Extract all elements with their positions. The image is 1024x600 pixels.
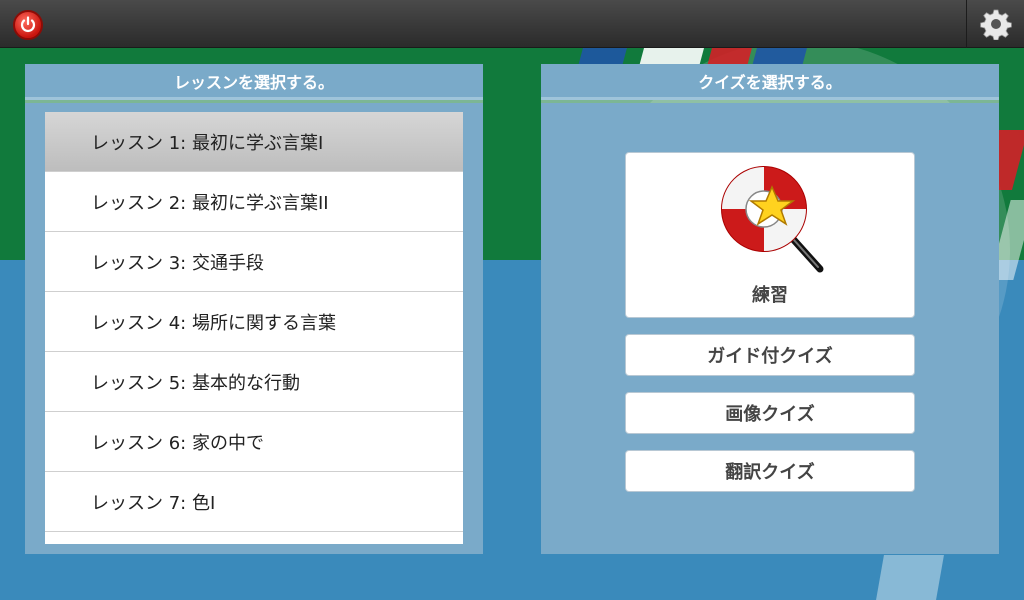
lesson-item-7[interactable]: レッスン 7: 色I [45,472,463,532]
power-button[interactable] [8,7,48,43]
practice-label: 練習 [752,285,788,306]
lesson-item-5[interactable]: レッスン 5: 基本的な行動 [45,352,463,412]
lesson-item-3[interactable]: レッスン 3: 交通手段 [45,232,463,292]
power-symbol [20,16,36,32]
lifebuoy-wand-icon [721,166,824,273]
translation-quiz-button[interactable]: 翻訳クイズ [625,450,915,492]
image-quiz-button[interactable]: 画像クイズ [625,392,915,434]
gear-icon [979,9,1012,40]
lesson-panel-title: レッスンを選択する。 [25,64,483,100]
practice-button[interactable]: 練習 [625,152,915,318]
settings-button[interactable] [966,0,1024,48]
lesson-list[interactable]: レッスン 1: 最初に学ぶ言葉I レッスン 2: 最初に学ぶ言葉II レッスン … [45,112,463,544]
lesson-item-1[interactable]: レッスン 1: 最初に学ぶ言葉I [45,112,463,172]
background-stripe [876,555,944,600]
quiz-panel-title: クイズを選択する。 [541,64,999,100]
lesson-item-2[interactable]: レッスン 2: 最初に学ぶ言葉II [45,172,463,232]
lesson-item-4[interactable]: レッスン 4: 場所に関する言葉 [45,292,463,352]
lesson-item-6[interactable]: レッスン 6: 家の中で [45,412,463,472]
top-bar [0,0,1024,48]
guided-quiz-button[interactable]: ガイド付クイズ [625,334,915,376]
